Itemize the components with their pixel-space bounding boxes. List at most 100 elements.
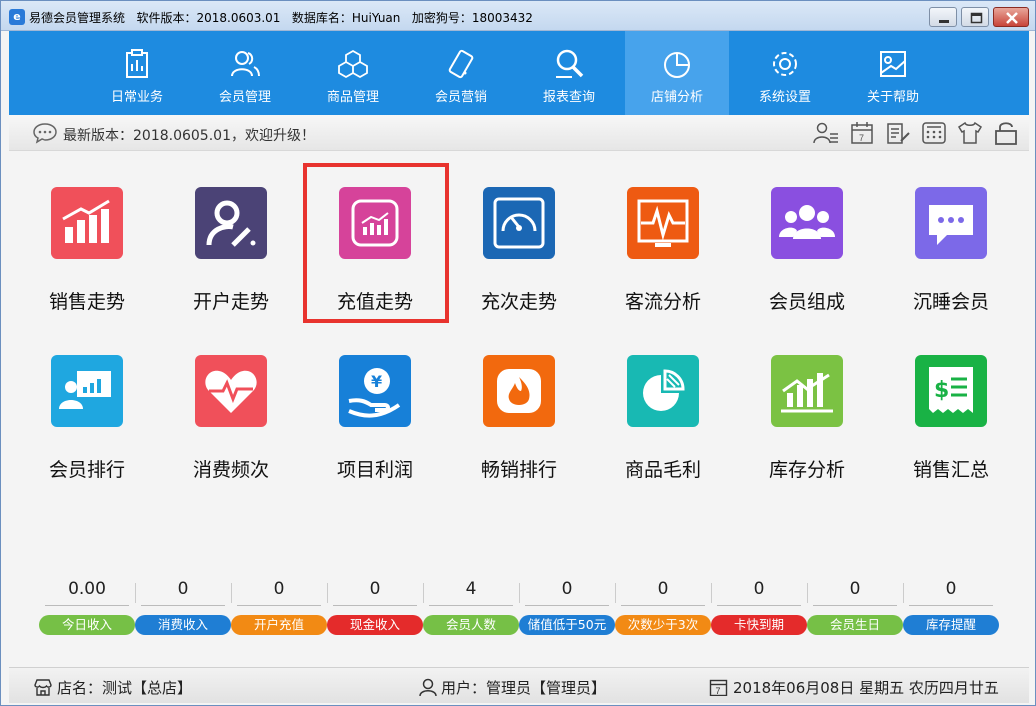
tile-label: 开户走势 xyxy=(192,291,269,313)
stat-underline xyxy=(717,605,801,606)
stat-stock-reminder[interactable]: 0 库存提醒 xyxy=(903,579,999,639)
stat-consumption-income[interactable]: 0 消费收入 xyxy=(135,579,231,639)
nav-about-help[interactable]: 关于帮助 xyxy=(841,31,945,115)
keypad-icon[interactable] xyxy=(921,121,947,145)
stat-member-birthday[interactable]: 0 会员生日 xyxy=(807,579,903,639)
tile-bestseller-ranking[interactable]: 畅销排行 xyxy=(459,355,579,505)
edit-list-icon[interactable] xyxy=(885,121,911,145)
stat-card-expiring[interactable]: 0 卡快到期 xyxy=(711,579,807,639)
store-name: 店名：测试【总店】 xyxy=(57,679,193,697)
tile-member-ranking[interactable]: 会员排行 xyxy=(27,355,147,505)
tile-icon-bg xyxy=(771,355,843,427)
main-nav: 日常业务 会员管理 商品管理 会员营销 报表查询 店铺分析 系统设置 关于帮助 xyxy=(9,31,1029,115)
nav-report-query[interactable]: 报表查询 xyxy=(517,31,621,115)
group-icon xyxy=(779,205,835,239)
stat-cash-income[interactable]: 0 现金收入 xyxy=(327,579,423,639)
gear-icon xyxy=(773,52,797,76)
tile-count-recharge-trend[interactable]: 充次走势 xyxy=(459,187,579,337)
stat-underline xyxy=(45,605,129,606)
svg-text:7: 7 xyxy=(716,686,721,696)
tile-icon-bg: ¥ xyxy=(339,355,411,427)
close-button[interactable] xyxy=(993,7,1029,27)
stat-today-income[interactable]: 0.00 今日收入 xyxy=(39,579,135,639)
tile-label: 会员组成 xyxy=(768,291,845,313)
lock-icon[interactable] xyxy=(993,121,1019,145)
stat-underline xyxy=(909,605,993,606)
stat-value: 0 xyxy=(177,579,189,599)
members-icon xyxy=(231,51,260,77)
bar-trend-icon xyxy=(62,199,110,243)
nav-daily-business[interactable]: 日常业务 xyxy=(85,31,189,115)
stat-value: 0 xyxy=(849,579,861,599)
nav-label: 系统设置 xyxy=(758,90,811,105)
user-icon xyxy=(419,678,437,696)
nav-member-management[interactable]: 会员管理 xyxy=(193,31,297,115)
help-icon xyxy=(880,51,906,77)
tile-icon-bg xyxy=(195,187,267,259)
tile-label: 沉睡会员 xyxy=(912,291,989,313)
stat-low-balance[interactable]: 0 储值低于50元 xyxy=(519,579,615,639)
stat-underline xyxy=(333,605,417,606)
nav-product-management[interactable]: 商品管理 xyxy=(301,31,405,115)
stat-value: 0 xyxy=(273,579,285,599)
tile-icon-bg xyxy=(195,355,267,427)
pulse-icon xyxy=(637,199,689,247)
calendar-icon[interactable]: 7 xyxy=(849,121,875,145)
tile-project-profit[interactable]: ¥ 项目利润 xyxy=(315,355,435,505)
gauge-icon xyxy=(493,197,545,249)
selection-highlight xyxy=(303,163,449,323)
minimize-icon xyxy=(939,20,949,23)
tile-label: 充次走势 xyxy=(480,291,557,313)
tile-icon-bg xyxy=(51,187,123,259)
stat-badge: 消费收入 xyxy=(135,615,231,635)
tile-label: 销售汇总 xyxy=(912,459,989,481)
status-user: 用户：管理员【管理员】 xyxy=(419,677,606,698)
user-list-icon[interactable] xyxy=(813,121,839,145)
tile-account-opening-trend[interactable]: 开户走势 xyxy=(171,187,291,337)
nav-store-analysis[interactable]: 店铺分析 xyxy=(625,31,729,115)
nav-system-settings[interactable]: 系统设置 xyxy=(733,31,837,115)
stat-opening-recharge[interactable]: 0 开户充值 xyxy=(231,579,327,639)
tshirt-icon[interactable] xyxy=(957,121,983,145)
current-date: 2018年06月08日 星期五 农历四月廿五 xyxy=(733,679,999,697)
nav-label: 会员营销 xyxy=(434,90,487,105)
tile-inventory-analysis[interactable]: 库存分析 xyxy=(747,355,867,505)
calendar-icon: 7 xyxy=(709,679,728,696)
tile-icon-bg xyxy=(915,187,987,259)
tile-product-gross-profit[interactable]: 商品毛利 xyxy=(603,355,723,505)
status-date: 7 2018年06月08日 星期五 农历四月廿五 xyxy=(709,677,999,698)
stat-badge: 次数少于3次 xyxy=(615,615,711,635)
store-icon xyxy=(34,679,52,696)
tile-icon-bg xyxy=(483,187,555,259)
tile-label: 客流分析 xyxy=(624,291,701,313)
stat-underline xyxy=(429,605,513,606)
stat-value: 0.00 xyxy=(68,579,106,599)
stat-underline xyxy=(621,605,705,606)
tile-consumption-frequency[interactable]: 消费频次 xyxy=(171,355,291,505)
stat-underline xyxy=(237,605,321,606)
stat-value: 4 xyxy=(465,579,477,599)
stat-badge: 会员人数 xyxy=(423,615,519,635)
maximize-icon xyxy=(970,12,983,24)
stat-badge: 卡快到期 xyxy=(711,615,807,635)
minimize-button[interactable] xyxy=(929,7,957,27)
maximize-button[interactable] xyxy=(961,7,989,27)
stat-value: 0 xyxy=(753,579,765,599)
receipt-icon: $ xyxy=(929,367,973,413)
tile-icon-bg xyxy=(627,187,699,259)
tile-traffic-analysis[interactable]: 客流分析 xyxy=(603,187,723,337)
tile-member-composition[interactable]: 会员组成 xyxy=(747,187,867,337)
tile-sales-summary[interactable]: $ 销售汇总 xyxy=(891,355,1011,505)
tile-icon-bg xyxy=(771,187,843,259)
stat-member-count[interactable]: 4 会员人数 xyxy=(423,579,519,639)
tile-dormant-members[interactable]: 沉睡会员 xyxy=(891,187,1011,337)
stat-low-count[interactable]: 0 次数少于3次 xyxy=(615,579,711,639)
tile-sales-trend[interactable]: 销售走势 xyxy=(27,187,147,337)
nav-member-marketing[interactable]: 会员营销 xyxy=(409,31,513,115)
title-text: 易德会员管理系统 软件版本：2018.0603.01 数据库名：HuiYuan … xyxy=(29,9,533,26)
stat-badge: 会员生日 xyxy=(807,615,903,635)
app-window: e 易德会员管理系统 软件版本：2018.0603.01 数据库名：HuiYua… xyxy=(0,0,1036,706)
stat-badge: 储值低于50元 xyxy=(519,615,615,635)
stat-badge: 开户充值 xyxy=(231,615,327,635)
stat-badge: 现金收入 xyxy=(327,615,423,635)
